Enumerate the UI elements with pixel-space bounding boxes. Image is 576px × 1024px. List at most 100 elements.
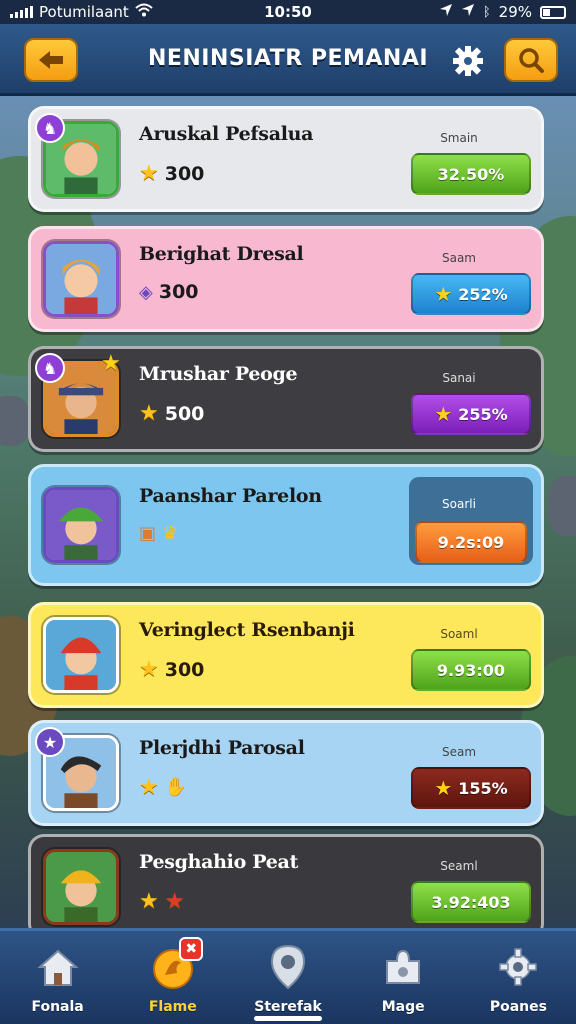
- player-name: Paanshar Parelon: [139, 485, 322, 507]
- rank-badge-icon: ♞: [35, 113, 65, 143]
- avatar: [43, 487, 119, 563]
- nav-label: Fonala: [31, 999, 84, 1015]
- player-card[interactable]: ♞ ★ Mrushar Peoge ★ 500 Sanai ★ 255%: [28, 346, 544, 452]
- nav-item-mage[interactable]: Mage: [346, 931, 461, 1024]
- player-stat: ★ 500: [139, 401, 204, 426]
- score-pill[interactable]: ★ 252%: [411, 273, 531, 315]
- player-card[interactable]: ★ Plerjdhi Parosal ★ ✋ Seam ★ 155%: [28, 720, 544, 826]
- player-stat: ◈ 300: [139, 281, 199, 303]
- score-value: 3.92:403: [431, 892, 511, 912]
- puzzle-icon: [379, 943, 427, 991]
- clock: 10:50: [264, 3, 312, 21]
- score-value: 155%: [458, 778, 508, 798]
- score-pill[interactable]: 3.92:403: [411, 881, 531, 923]
- player-name: Aruskal Pefsalua: [139, 123, 314, 145]
- nav-label: Sterefak: [254, 999, 322, 1015]
- score-value: 9.2s:09: [437, 532, 505, 552]
- stat-value: 300: [164, 162, 205, 185]
- star-icon: ★: [139, 161, 159, 186]
- bottom-nav: Fonala ✖ Flame Sterefak Mage Poanes: [0, 928, 576, 1024]
- nav-item-pin[interactable]: Sterefak: [230, 931, 345, 1024]
- star-icon: ★: [434, 402, 453, 426]
- score-value: 9.93:00: [436, 660, 506, 680]
- nav-item-home[interactable]: Fonala: [0, 931, 115, 1024]
- rank-badge-icon: ★: [35, 727, 65, 757]
- star-icon: ★: [139, 775, 159, 800]
- page-title: NENINSIATR PEMANAI: [147, 46, 429, 71]
- player-name: Plerjdhi Parosal: [139, 737, 305, 759]
- nav-item-settings[interactable]: Poanes: [461, 931, 576, 1024]
- stat-value: 300: [158, 281, 199, 303]
- player-name: Berighat Dresal: [139, 243, 304, 265]
- rank-badge-icon: ♞: [35, 353, 65, 383]
- wifi-icon: [135, 3, 153, 21]
- search-icon: [519, 48, 544, 73]
- player-card[interactable]: Berighat Dresal ◈ 300 Saam ★ 252%: [28, 226, 544, 332]
- nav-label: Flame: [148, 999, 197, 1015]
- battery-percent: 29%: [498, 3, 532, 21]
- home-indicator[interactable]: [254, 1016, 322, 1021]
- bluetooth-icon: ᛒ: [482, 4, 491, 20]
- player-stat: ★ ✋: [139, 775, 187, 800]
- score-pill[interactable]: 32.50%: [411, 153, 531, 195]
- notification-badge: ✖: [179, 937, 204, 961]
- player-stat: ★ 300: [139, 657, 204, 682]
- score-pill[interactable]: 9.93:00: [411, 649, 531, 691]
- player-name: Veringlect Rsenbanji: [139, 619, 355, 641]
- score-label: Soarli: [442, 497, 476, 511]
- player-stat: ▣ ♛: [139, 523, 178, 544]
- score-label: Seam: [441, 745, 477, 759]
- avatar: [43, 617, 119, 693]
- player-name: Pesghahio Peat: [139, 851, 299, 873]
- signal-icon: [10, 6, 33, 18]
- avatar: [43, 241, 119, 317]
- trophy-icon: ♛: [162, 523, 179, 544]
- red-star-icon: ★: [164, 889, 185, 914]
- player-name: Mrushar Peoge: [139, 363, 298, 385]
- settings-button[interactable]: [448, 44, 488, 84]
- gear-icon: [494, 943, 542, 991]
- avatar: [43, 849, 119, 925]
- gem-icon: ◈: [139, 281, 153, 303]
- nav-label: Poanes: [489, 999, 547, 1015]
- score-pill[interactable]: ★ 155%: [411, 767, 531, 809]
- hand-icon: ✋: [164, 777, 188, 798]
- score-pill[interactable]: 9.2s:09: [415, 521, 527, 563]
- nav-item-flame[interactable]: ✖ Flame: [115, 931, 230, 1024]
- score-value: 255%: [458, 404, 508, 424]
- status-bar: Potumilaant 10:50 ᛒ 29%: [0, 0, 576, 24]
- stat-value: 500: [164, 402, 205, 425]
- score-label: Saam: [441, 251, 476, 265]
- carrier-name: Potumilaant: [39, 3, 129, 21]
- score-value: 32.50%: [437, 164, 505, 184]
- score-value: 252%: [458, 284, 508, 304]
- chest-icon: ▣: [139, 523, 157, 544]
- star-icon: ★: [139, 889, 159, 914]
- score-pill[interactable]: ★ 255%: [411, 393, 531, 435]
- nav-label: Mage: [381, 999, 425, 1015]
- battery-icon: [540, 5, 566, 19]
- home-icon: [34, 943, 82, 991]
- star-icon: ★: [434, 776, 453, 800]
- location-icon: [439, 3, 453, 21]
- player-stat: ★ 300: [139, 161, 204, 186]
- player-card[interactable]: ♞ Aruskal Pefsalua ★ 300 Smain 32.50%: [28, 106, 544, 212]
- score-label: Seaml: [440, 859, 478, 873]
- location-icon-2: [461, 3, 475, 21]
- star-icon: ★: [434, 282, 453, 306]
- score-label: Soaml: [440, 627, 478, 641]
- star-badge-icon: ★: [101, 351, 121, 376]
- score-label: Sanai: [442, 371, 476, 385]
- score-label: Smain: [440, 131, 478, 145]
- star-icon: ★: [139, 401, 159, 426]
- back-arrow-icon: [39, 51, 63, 69]
- gear-icon: [453, 46, 483, 76]
- leaderboard-list[interactable]: ♞ Aruskal Pefsalua ★ 300 Smain 32.50% Be…: [24, 104, 554, 930]
- player-card[interactable]: Veringlect Rsenbanji ★ 300 Soaml 9.93:00: [28, 602, 544, 708]
- player-stat: ★ ★: [139, 889, 184, 914]
- back-button[interactable]: [24, 38, 78, 82]
- player-card[interactable]: Pesghahio Peat ★ ★ Seaml 3.92:403: [28, 834, 544, 930]
- player-card[interactable]: Paanshar Parelon ▣ ♛ Soarli 9.2s:09: [28, 464, 544, 586]
- star-icon: ★: [139, 657, 159, 682]
- search-button[interactable]: [504, 38, 558, 82]
